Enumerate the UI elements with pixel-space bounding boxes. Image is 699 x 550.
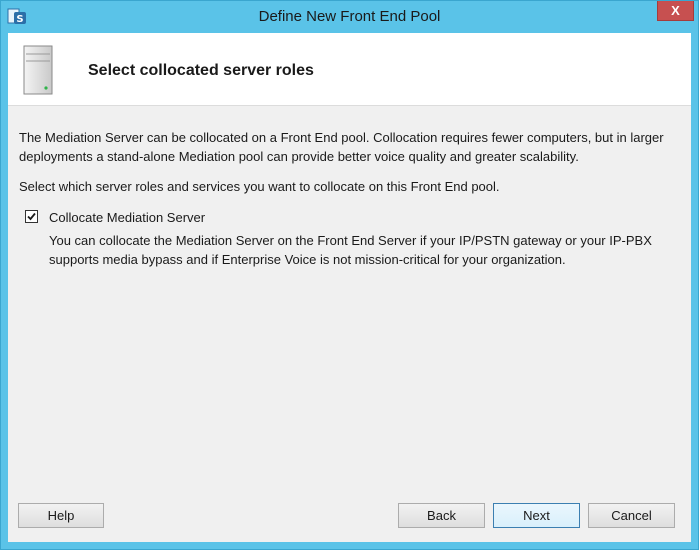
server-icon xyxy=(23,45,53,95)
select-prompt: Select which server roles and services y… xyxy=(19,179,500,194)
dialog-window: S Define New Front End Pool X Select col… xyxy=(0,0,699,550)
window-title: Define New Front End Pool xyxy=(258,8,441,25)
page-title: Select collocated server roles xyxy=(88,62,314,79)
next-button[interactable]: Next xyxy=(493,503,580,528)
title-bar[interactable]: S Define New Front End Pool X xyxy=(1,1,698,33)
checkmark-icon xyxy=(27,212,36,221)
dialog-body: Select collocated server roles The Media… xyxy=(8,33,691,542)
intro-text: The Mediation Server can be collocated o… xyxy=(19,130,664,164)
help-button[interactable]: Help xyxy=(18,503,104,528)
cancel-button[interactable]: Cancel xyxy=(588,503,675,528)
collocate-mediation-label[interactable]: Collocate Mediation Server xyxy=(49,210,205,225)
collocate-mediation-checkbox[interactable] xyxy=(25,210,38,223)
collocate-mediation-description: You can collocate the Mediation Server o… xyxy=(49,233,652,267)
close-icon: X xyxy=(671,3,680,18)
back-button[interactable]: Back xyxy=(398,503,485,528)
wizard-header: Select collocated server roles xyxy=(8,33,691,106)
close-button[interactable]: X xyxy=(657,1,694,21)
